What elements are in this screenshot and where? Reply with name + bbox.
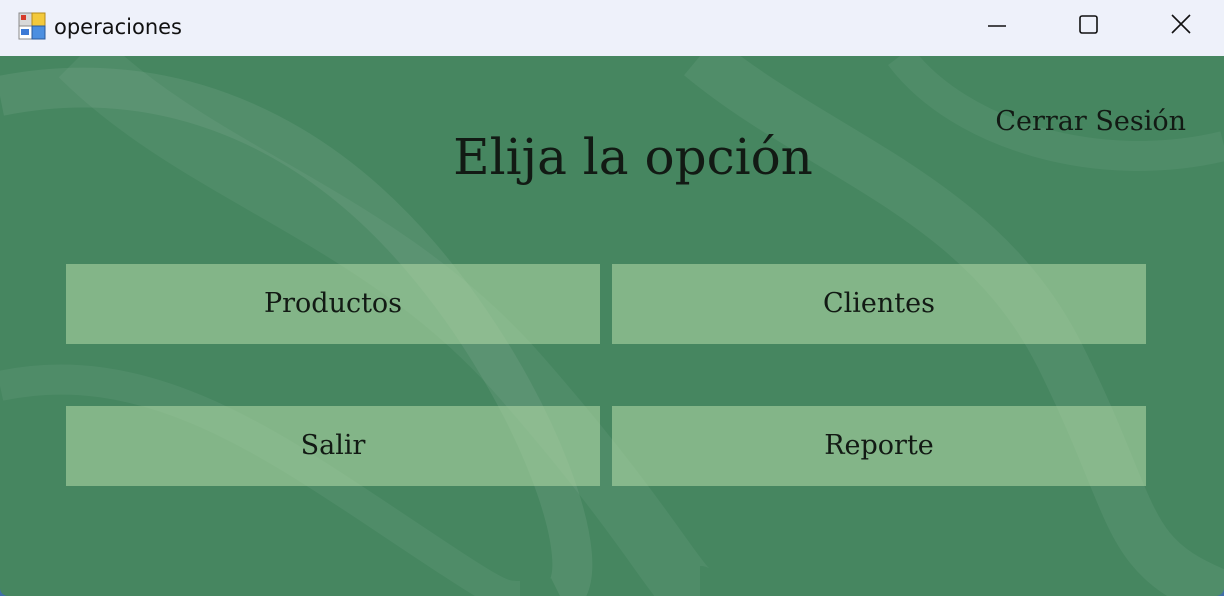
logout-link[interactable]: Cerrar Sesión <box>995 104 1186 140</box>
close-icon <box>1171 14 1191 34</box>
maximize-button[interactable] <box>1042 0 1134 50</box>
clientes-button[interactable]: Clientes <box>612 264 1146 344</box>
form-client-area: Elija la opción Cerrar Sesión Productos … <box>0 56 1224 596</box>
minimize-icon <box>988 25 1006 27</box>
reporte-button[interactable]: Reporte <box>612 406 1146 486</box>
productos-button[interactable]: Productos <box>66 264 600 344</box>
app-icon <box>18 12 46 40</box>
close-button[interactable] <box>1134 0 1224 50</box>
salir-button[interactable]: Salir <box>66 406 600 486</box>
maximize-icon <box>1079 15 1098 34</box>
minimize-button[interactable] <box>950 0 1042 50</box>
window-title: operaciones <box>54 15 182 39</box>
operaciones-window: operaciones Elija la opción Cerrar Sesió… <box>0 0 1224 596</box>
title-bar[interactable]: operaciones <box>0 0 1224 56</box>
